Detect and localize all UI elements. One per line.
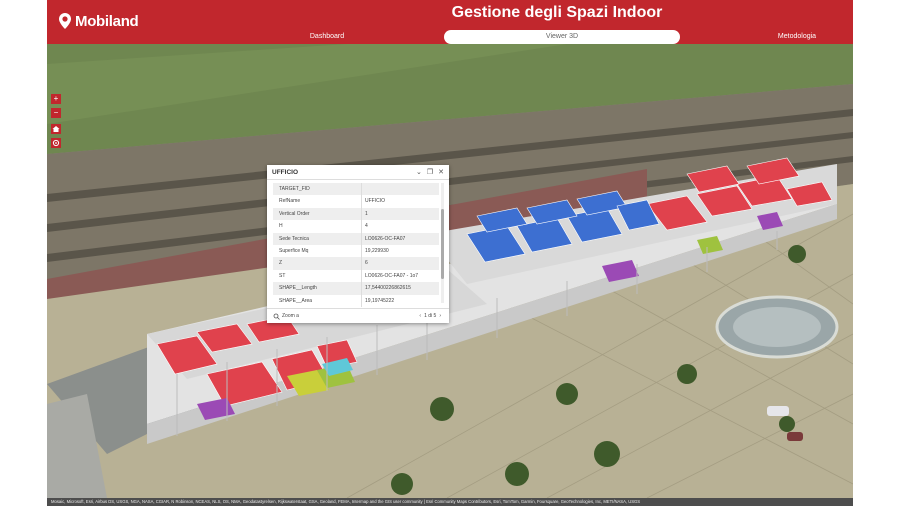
attribute-value: UFFICIO <box>365 198 385 205</box>
attribute-value: 19,229930 <box>365 247 389 254</box>
home-icon <box>52 126 60 132</box>
attribute-key: H <box>273 220 362 233</box>
home-button[interactable] <box>51 124 61 134</box>
attribute-key: RefName <box>273 195 362 208</box>
popup-title: UFFICIO <box>272 168 298 176</box>
scrollbar-thumb[interactable] <box>441 209 444 279</box>
zoom-out-button[interactable]: − <box>51 108 61 118</box>
attribute-value: LO0626-OC-FA07 - 1o7 <box>365 272 419 279</box>
page-indicator: 1 di 5 <box>424 313 437 319</box>
tab-dashboard[interactable]: Dashboard <box>277 30 377 44</box>
attribute-value: LO0626-OC-FA07 <box>365 235 406 242</box>
attribute-key: Z <box>273 257 362 270</box>
logo-text: Mobiland <box>75 12 139 30</box>
scene-3d-canvas[interactable] <box>47 44 853 498</box>
attribute-value: 6 <box>365 260 368 267</box>
attribute-value <box>362 183 439 195</box>
popup-scrollbar[interactable] <box>441 183 444 303</box>
table-row: Z6 <box>273 257 439 270</box>
attribute-key: SHAPE__Area <box>273 294 362 307</box>
table-row: ST LO0626-OC-FA07 - 1o7 <box>273 269 439 283</box>
magnifier-icon <box>273 313 280 320</box>
tab-viewer-3d[interactable]: Viewer 3D <box>444 30 680 44</box>
attribute-key: SHAPE__Length <box>273 282 362 295</box>
table-row: H4 <box>273 220 439 233</box>
attribute-value: 17,54400226862615 <box>365 285 411 292</box>
location-pin-icon <box>59 13 71 29</box>
attribute-key: ST <box>273 269 362 283</box>
feature-popup: UFFICIO ⌄ ❐ ✕ TARGET_FID RefName UFFICIO … <box>267 165 449 323</box>
popup-footer: Zoom a ‹ 1 di 5 › <box>267 308 449 323</box>
zoom-in-button[interactable]: + <box>51 94 61 104</box>
popup-header: UFFICIO ⌄ ❐ ✕ <box>267 165 449 180</box>
compass-button[interactable] <box>51 138 61 148</box>
attribute-value: 4 <box>365 223 368 230</box>
attribute-key: Superfice Mq <box>273 244 362 258</box>
attribute-table: TARGET_FID RefName UFFICIO Vertical Order… <box>273 183 439 307</box>
attribute-key: Sede Tecnica <box>273 232 362 245</box>
table-row: TARGET_FID <box>273 183 439 196</box>
table-row: Superfice Mq 19,229930 <box>273 244 439 258</box>
compass-icon <box>52 139 60 147</box>
attribute-value: 1 <box>365 210 368 217</box>
app-window: Mobiland Gestione degli Spazi Indoor Das… <box>47 0 853 506</box>
prev-page-button[interactable]: ‹ <box>419 313 421 319</box>
collapse-button[interactable]: ⌄ <box>416 168 422 176</box>
table-row: Vertical Order 1 <box>273 207 439 221</box>
map-attribution: Mosaic, Microsoft, Esri, Airbus DS, USGS… <box>47 498 853 506</box>
zoom-to-button[interactable]: Zoom a <box>273 313 299 320</box>
logo: Mobiland <box>59 10 139 32</box>
table-row: RefName UFFICIO <box>273 195 439 208</box>
attribute-key: TARGET_FID <box>273 183 362 196</box>
pagination: ‹ 1 di 5 › <box>419 313 441 319</box>
zoom-to-label: Zoom a <box>282 313 299 319</box>
app-header: Mobiland Gestione degli Spazi Indoor Das… <box>47 0 853 44</box>
table-row: SHAPE__Length 17,54400226862615 <box>273 282 439 295</box>
map-viewer-3d[interactable]: + − UFFICIO ⌄ ❐ ✕ TARGET_FID RefName UFFI… <box>47 44 853 498</box>
dock-button[interactable]: ❐ <box>427 168 433 176</box>
tab-bar: Dashboard Viewer 3D Metodologia <box>47 30 853 44</box>
map-controls: + − <box>51 94 61 152</box>
tab-metodologia[interactable]: Metodologia <box>757 30 837 44</box>
table-row: Sede Tecnica LO0626-OC-FA07 <box>273 232 439 245</box>
attribute-key: Vertical Order <box>273 207 362 221</box>
next-page-button[interactable]: › <box>439 313 441 319</box>
page-title: Gestione degli Spazi Indoor <box>451 4 663 21</box>
attribute-value: 19,19745222 <box>365 297 395 304</box>
close-button[interactable]: ✕ <box>438 168 444 176</box>
table-row: SHAPE__Area 19,19745222 <box>273 294 439 307</box>
